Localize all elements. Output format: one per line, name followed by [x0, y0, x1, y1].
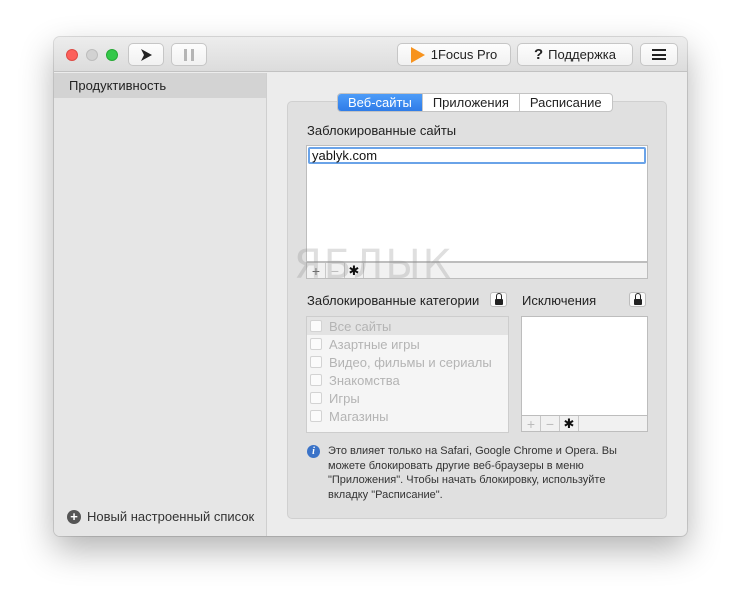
sites-settings-button[interactable]: ✱ — [345, 263, 364, 278]
category-checkbox — [310, 374, 322, 386]
list-item: Азартные игры — [307, 335, 508, 353]
pause-icon — [184, 48, 194, 61]
category-label: Знакомства — [329, 372, 400, 388]
list-item: Магазины — [307, 407, 508, 425]
start-button[interactable] — [128, 43, 164, 66]
close-window-button[interactable] — [66, 49, 78, 61]
list-item: Видео, фильмы и сериалы — [307, 353, 508, 371]
info-text: Это влияет только на Safari, Google Chro… — [328, 445, 617, 501]
category-checkbox — [310, 392, 322, 404]
add-exception-button[interactable]: + — [522, 416, 541, 431]
exceptions-settings-button[interactable]: ✱ — [560, 416, 579, 431]
remove-site-button[interactable]: − — [326, 263, 345, 278]
tab-bar: Веб-сайты Приложения Расписание — [337, 93, 613, 112]
remove-exception-button[interactable]: − — [541, 416, 560, 431]
support-button[interactable]: ? Поддержка — [517, 43, 633, 66]
sidebar-item-label: Продуктивность — [69, 78, 167, 93]
minus-icon: − — [545, 415, 555, 432]
play-icon — [141, 48, 152, 61]
list-item: Все сайты — [307, 317, 508, 335]
blocked-categories-list: Все сайты Азартные игры Видео, фильмы и … — [306, 316, 509, 433]
title-bar: 1Focus Pro ? Поддержка — [54, 37, 687, 72]
site-entry-field[interactable]: yablyk.com — [308, 147, 646, 164]
category-checkbox — [310, 320, 322, 332]
minimize-window-button[interactable] — [86, 49, 98, 61]
add-circle-icon: + — [67, 509, 81, 524]
pause-button[interactable] — [171, 43, 207, 66]
tab-applications[interactable]: Приложения — [421, 94, 519, 111]
menu-button[interactable] — [640, 43, 678, 66]
add-site-button[interactable]: + — [307, 263, 326, 278]
gear-icon: ✱ — [348, 262, 360, 278]
exceptions-lock-button[interactable] — [629, 292, 646, 307]
tab-schedule[interactable]: Расписание — [518, 94, 612, 111]
new-custom-list-button[interactable]: + Новый настроенный список — [67, 509, 254, 524]
tab-websites[interactable]: Веб-сайты — [338, 94, 422, 111]
sidebar: Продуктивность + Новый настроенный списо… — [54, 73, 267, 536]
plus-icon: + — [311, 262, 321, 279]
list-item: Знакомства — [307, 371, 508, 389]
category-checkbox — [310, 410, 322, 422]
focus-pro-label: 1Focus Pro — [430, 47, 498, 62]
gear-icon: ✱ — [563, 415, 575, 431]
focus-pro-button[interactable]: 1Focus Pro — [397, 43, 511, 66]
info-icon: i — [307, 445, 320, 458]
category-label: Все сайты — [329, 318, 392, 334]
categories-lock-button[interactable] — [490, 292, 507, 307]
question-icon: ? — [534, 46, 544, 63]
plus-icon: + — [526, 415, 536, 432]
exceptions-title: Исключения — [522, 293, 597, 308]
sites-list-toolbar: + − ✱ — [306, 262, 648, 279]
hamburger-icon — [652, 49, 666, 60]
lock-icon — [494, 292, 503, 305]
blocked-sites-list[interactable]: yablyk.com — [306, 145, 648, 262]
category-label: Магазины — [329, 408, 389, 424]
category-checkbox — [310, 356, 322, 368]
lock-icon — [633, 292, 642, 305]
minus-icon: − — [330, 262, 340, 279]
category-label: Видео, фильмы и сериалы — [329, 354, 492, 370]
exceptions-list-toolbar: + − ✱ — [521, 415, 648, 432]
exceptions-list[interactable] — [521, 316, 648, 416]
category-label: Азартные игры — [329, 336, 420, 352]
sidebar-item-productivity[interactable]: Продуктивность — [54, 73, 266, 98]
category-checkbox — [310, 338, 322, 350]
list-item: Игры — [307, 389, 508, 407]
focus-logo-icon — [410, 46, 425, 63]
blocked-sites-title: Заблокированные сайты — [307, 123, 457, 138]
info-note: i Это влияет только на Safari, Google Ch… — [307, 444, 647, 502]
support-label: Поддержка — [548, 47, 616, 62]
blocked-categories-title: Заблокированные категории — [307, 293, 480, 308]
zoom-window-button[interactable] — [106, 49, 118, 61]
new-custom-list-label: Новый настроенный список — [87, 509, 255, 524]
category-label: Игры — [329, 390, 360, 406]
